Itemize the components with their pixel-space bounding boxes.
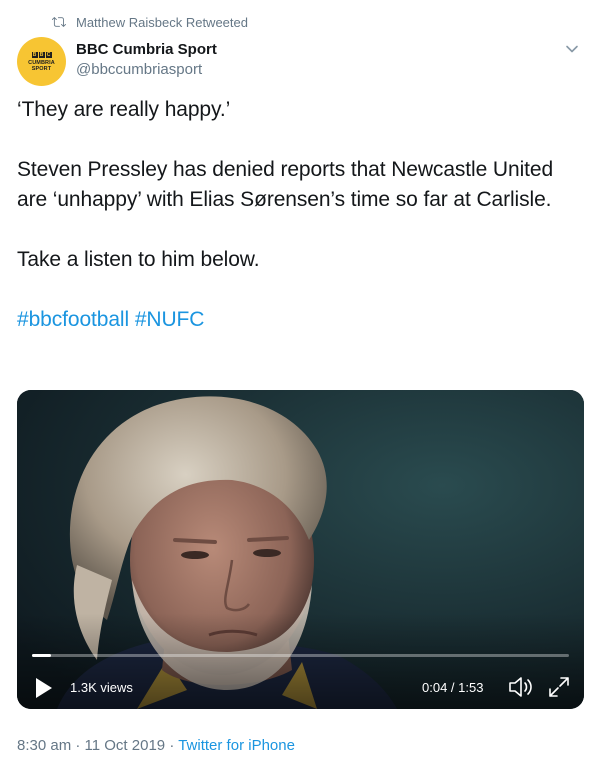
user-block[interactable]: BBC Cumbria Sport @bbccumbriasport xyxy=(76,40,217,80)
hashtag-bbcfootball[interactable]: #bbcfootball xyxy=(17,308,129,331)
timestamp[interactable]: 8:30 am · 11 Oct 2019 xyxy=(17,737,165,754)
fullscreen-icon xyxy=(547,677,571,703)
more-menu-button[interactable] xyxy=(562,40,582,60)
tweet: Matthew Raisbeck Retweeted B B C CUMBRIA… xyxy=(0,0,592,772)
avatar-line2: SPORT xyxy=(31,65,52,72)
bbc-logo: B B C xyxy=(31,51,52,58)
bbc-block-b2: B xyxy=(38,51,45,58)
retweet-context[interactable]: Matthew Raisbeck Retweeted xyxy=(52,13,248,31)
progress-fill xyxy=(32,654,51,657)
tweet-meta: 8:30 am · 11 Oct 2019 · Twitter for iPho… xyxy=(17,736,295,756)
tweet-text-line3: Take a listen to him below. xyxy=(17,248,260,271)
tweet-text-line1: ‘They are really happy.’ xyxy=(17,98,231,121)
bbc-block-b1: B xyxy=(31,51,38,58)
hashtags: #bbcfootball #NUFC xyxy=(17,305,577,335)
view-count: 1.3K views xyxy=(70,680,133,695)
tweet-text-line2: Steven Pressley has denied reports that … xyxy=(17,158,554,211)
volume-icon xyxy=(507,677,535,703)
volume-button[interactable] xyxy=(507,675,535,699)
tweet-text: ‘They are really happy.’ Steven Pressley… xyxy=(17,95,577,335)
display-name[interactable]: BBC Cumbria Sport xyxy=(76,40,217,60)
hashtag-nufc[interactable]: #NUFC xyxy=(135,308,205,331)
handle[interactable]: @bbccumbriasport xyxy=(76,60,217,80)
bbc-block-c: C xyxy=(45,51,52,58)
tweet-source[interactable]: Twitter for iPhone xyxy=(178,737,295,754)
video-time: 0:04 / 1:53 xyxy=(422,680,484,695)
retweet-icon xyxy=(52,15,66,29)
meta-separator: · xyxy=(169,737,175,754)
chevron-down-icon xyxy=(565,41,579,59)
play-button[interactable] xyxy=(35,677,53,699)
video-frame xyxy=(17,390,584,709)
progress-bar[interactable] xyxy=(32,654,569,657)
play-icon xyxy=(35,678,53,703)
fullscreen-button[interactable] xyxy=(547,675,571,699)
avatar[interactable]: B B C CUMBRIA SPORT xyxy=(17,37,66,86)
video-player[interactable]: 1.3K views 0:04 / 1:53 xyxy=(17,390,584,709)
retweet-text: Matthew Raisbeck Retweeted xyxy=(76,14,248,30)
